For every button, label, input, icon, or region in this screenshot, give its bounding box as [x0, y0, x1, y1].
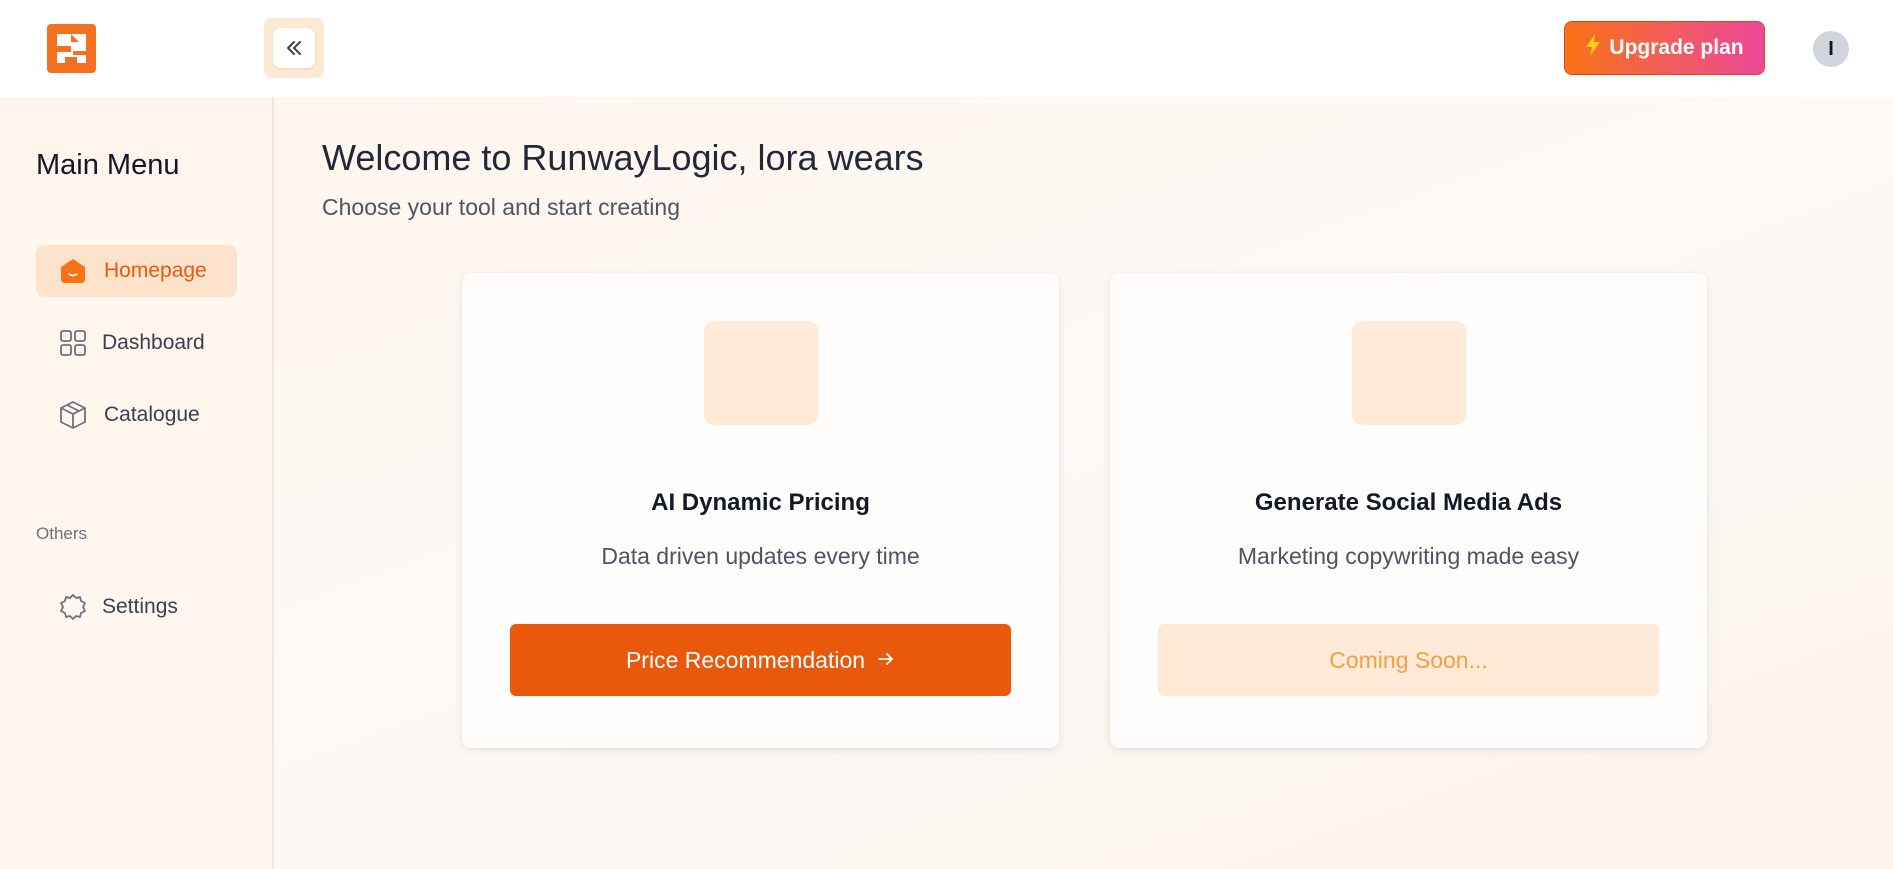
- button-label: Coming Soon...: [1329, 646, 1488, 673]
- arrow-right-icon: [877, 647, 895, 674]
- sidebar-item-homepage[interactable]: Homepage: [36, 245, 237, 297]
- tool-card-ai-dynamic-pricing: AI Dynamic Pricing Data driven updates e…: [462, 273, 1059, 748]
- card-title: AI Dynamic Pricing: [651, 489, 870, 516]
- card-description: Data driven updates every time: [601, 543, 920, 569]
- sidebar-item-dashboard[interactable]: Dashboard: [36, 317, 237, 369]
- sidebar-item-catalogue[interactable]: Catalogue: [36, 389, 237, 441]
- price-recommendation-button[interactable]: Price Recommendation: [510, 624, 1011, 696]
- sidebar: Main Menu Homepage Dashboard Catalogue O…: [0, 97, 274, 869]
- collapse-sidebar-button[interactable]: [264, 18, 324, 78]
- sidebar-item-label: Homepage: [104, 259, 207, 282]
- sidebar-item-settings[interactable]: Settings: [36, 581, 237, 633]
- card-title: Generate Social Media Ads: [1254, 489, 1563, 516]
- card-icon-placeholder: [1352, 321, 1466, 425]
- upgrade-plan-button[interactable]: Upgrade plan: [1564, 21, 1765, 75]
- sidebar-item-label: Settings: [102, 595, 178, 618]
- card-icon-placeholder: [704, 321, 818, 425]
- tool-card-social-media-ads: Generate Social Media Ads Marketing copy…: [1110, 273, 1707, 748]
- gear-icon: [58, 592, 88, 622]
- grid-icon: [58, 328, 88, 358]
- double-chevron-left-icon: [273, 28, 315, 68]
- user-avatar[interactable]: I: [1813, 31, 1849, 67]
- lightning-icon: [1585, 34, 1601, 62]
- coming-soon-button: Coming Soon...: [1158, 624, 1659, 696]
- button-label: Price Recommendation: [625, 646, 866, 673]
- box-icon: [58, 400, 88, 430]
- page-title: Welcome to RunwayLogic, lora wears: [322, 137, 924, 178]
- brand-logo-icon[interactable]: [47, 24, 96, 73]
- sidebar-item-label: Catalogue: [104, 403, 200, 426]
- page-subtitle: Choose your tool and start creating: [322, 194, 680, 220]
- others-section-label: Others: [36, 524, 88, 543]
- home-icon: [58, 256, 88, 286]
- top-header: Upgrade plan I: [0, 0, 1893, 97]
- main-content: Welcome to RunwayLogic, lora wears Choos…: [274, 97, 1893, 869]
- card-description: Marketing copywriting made easy: [1237, 543, 1580, 569]
- sidebar-title: Main Menu: [36, 149, 180, 181]
- upgrade-plan-label: Upgrade plan: [1609, 36, 1744, 59]
- sidebar-item-label: Dashboard: [102, 331, 205, 354]
